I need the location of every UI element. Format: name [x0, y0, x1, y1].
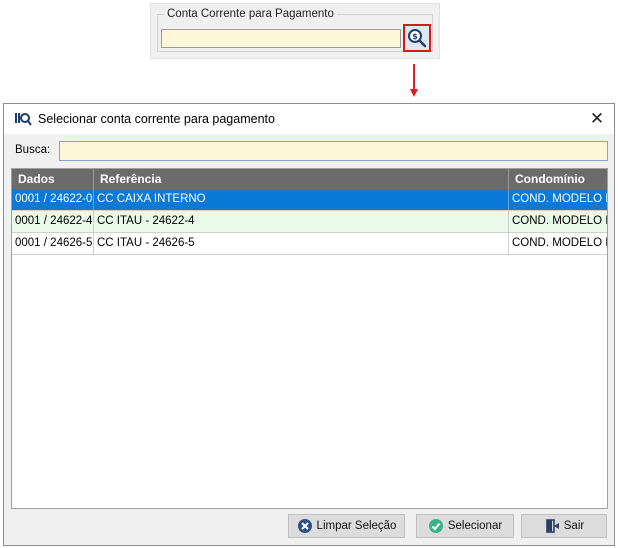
cell-dados: 0001 / 24622-0 — [12, 189, 94, 210]
close-icon: ✕ — [589, 109, 605, 128]
cell-referencia: CC ITAU - 24622-4 — [94, 211, 509, 232]
cell-condominio: COND. MODELO I — [512, 237, 607, 249]
svg-text:$: $ — [412, 32, 418, 41]
payment-account-field[interactable] — [161, 29, 401, 48]
cell-condominio: COND. MODELO I — [512, 193, 607, 205]
close-button[interactable]: ✕ — [586, 108, 608, 130]
search-input[interactable] — [59, 141, 608, 161]
cell-condominio: COND. MODELO I — [512, 215, 607, 227]
exit-button[interactable]: Sair — [521, 514, 607, 538]
table-row[interactable]: 0001 / 24626-5 CC ITAU - 24626-5 COND. M… — [12, 233, 607, 255]
cell-dados: 0001 / 24622-4 — [12, 211, 94, 232]
payment-account-legend: Conta Corrente para Pagamento — [167, 8, 334, 20]
cell-referencia: CC CAIXA INTERNO — [94, 189, 509, 210]
search-money-icon: $ — [408, 29, 427, 48]
check-icon — [428, 519, 443, 533]
exit-label: Sair — [563, 520, 585, 532]
clear-selection-label: Limpar Seleção — [316, 520, 397, 532]
cell-referencia: CC ITAU - 24626-5 — [94, 233, 509, 254]
dialog-title: Selecionar conta corrente para pagamento — [38, 112, 275, 126]
column-header-condominio[interactable]: Condomínio — [509, 169, 607, 189]
clear-selection-button[interactable]: Limpar Seleção — [288, 514, 405, 538]
payment-account-snippet: Conta Corrente para Pagamento $ — [150, 3, 440, 59]
table-row[interactable]: 0001 / 24622-4 CC ITAU - 24622-4 COND. M… — [12, 211, 607, 233]
pointer-arrow — [410, 64, 418, 97]
column-header-dados[interactable]: Dados — [12, 169, 94, 189]
clear-icon — [297, 519, 312, 533]
search-account-button[interactable]: $ — [403, 24, 431, 52]
search-label: Busca: — [15, 144, 51, 156]
select-account-dialog: Selecionar conta corrente para pagamento… — [3, 103, 615, 546]
table-row[interactable]: 0001 / 24622-0 CC CAIXA INTERNO COND. MO… — [12, 189, 607, 211]
select-label: Selecionar — [447, 520, 503, 532]
accounts-table: Dados Referência Condomínio 0001 / 24622… — [11, 168, 608, 509]
screenshot-stage: Conta Corrente para Pagamento $ Selecion… — [0, 0, 618, 548]
exit-door-icon — [545, 519, 559, 533]
cell-dados: 0001 / 24626-5 — [12, 233, 94, 254]
table-header: Dados Referência Condomínio — [12, 169, 607, 189]
column-header-referencia[interactable]: Referência — [94, 169, 509, 189]
app-icon — [15, 113, 32, 126]
select-button[interactable]: Selecionar — [416, 514, 514, 538]
dialog-titlebar[interactable]: Selecionar conta corrente para pagamento… — [4, 104, 614, 134]
